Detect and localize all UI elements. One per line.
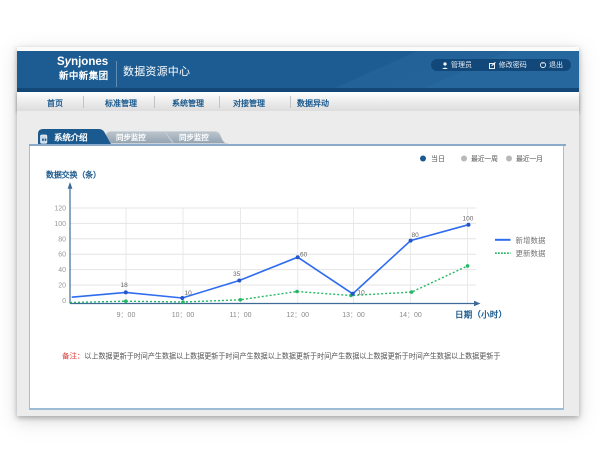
svg-text:以上数据更新于时间产生数据以上数据更新于时间产生数据以上数据: 以上数据更新于时间产生数据以上数据更新于时间产生数据以上数据更新于时间产生数据以… xyxy=(84,350,500,360)
svg-text:10: 10 xyxy=(185,290,193,297)
svg-text:80: 80 xyxy=(412,232,420,239)
svg-text:40: 40 xyxy=(58,267,66,274)
svg-text:9：00: 9：00 xyxy=(117,312,136,319)
svg-text:0: 0 xyxy=(62,297,66,304)
svg-text:11：00: 11：00 xyxy=(229,312,251,319)
svg-text:14：00: 14：00 xyxy=(399,312,422,319)
svg-text:12：00: 12：00 xyxy=(286,312,309,319)
svg-text:新增数据: 新增数据 xyxy=(516,234,547,244)
svg-text:最近一周: 最近一周 xyxy=(471,154,498,163)
svg-text:最近一月: 最近一月 xyxy=(516,154,543,163)
svg-text:日期（小时）: 日期（小时） xyxy=(455,309,507,319)
svg-text:同步监控: 同步监控 xyxy=(116,132,146,142)
svg-text:60: 60 xyxy=(300,251,308,258)
svg-text:系统介绍: 系统介绍 xyxy=(54,133,88,143)
svg-text:20: 20 xyxy=(58,282,66,289)
svg-text:13：00: 13：00 xyxy=(342,312,365,319)
svg-text:100: 100 xyxy=(463,215,474,222)
svg-text:当日: 当日 xyxy=(431,154,445,163)
svg-text:同步监控: 同步监控 xyxy=(179,132,209,142)
svg-text:120: 120 xyxy=(54,205,66,212)
svg-text:10：00: 10：00 xyxy=(172,312,195,319)
svg-text:更新数据: 更新数据 xyxy=(516,248,547,258)
svg-text:数据交换（条）: 数据交换（条） xyxy=(46,169,101,179)
svg-text:10: 10 xyxy=(358,289,366,296)
svg-text:60: 60 xyxy=(58,251,66,258)
svg-text:80: 80 xyxy=(58,236,66,243)
svg-text:100: 100 xyxy=(54,220,66,227)
svg-text:18: 18 xyxy=(121,282,129,289)
svg-text:35: 35 xyxy=(233,271,241,278)
svg-text:备注：: 备注： xyxy=(62,350,84,360)
